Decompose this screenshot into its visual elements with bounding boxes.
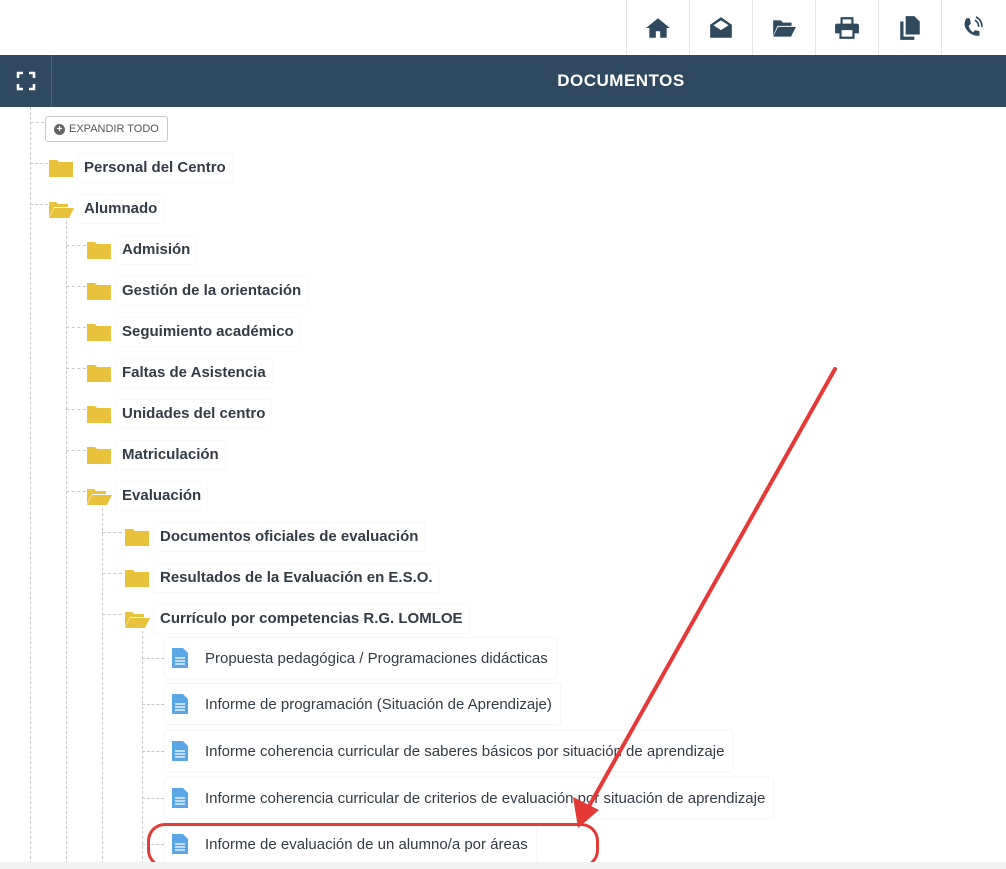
copy-button[interactable] [878,0,941,55]
documents-header: DOCUMENTOS [0,55,1006,107]
tree-line [142,751,164,752]
home-button[interactable] [626,0,689,55]
folder-icon [87,447,111,464]
tree-line [142,631,143,869]
tree-line [66,450,86,451]
phone-volume-icon [964,15,983,36]
folder-label: Personal del Centro [78,154,232,182]
phone-button[interactable] [941,0,1004,55]
folder-evaluacion[interactable]: Evaluación [86,482,208,510]
doc-informe-programacion[interactable]: Informe de programación (Situación de Ap… [165,684,560,724]
tree-line [66,409,86,410]
folder-curriculo-lomloe[interactable]: Currículo por competencias R.G. LOMLOE [124,605,469,633]
fullscreen-button[interactable] [0,55,52,107]
top-toolbar [0,0,1006,55]
fullscreen-icon [16,71,35,91]
folder-label: Documentos oficiales de evaluación [154,523,425,551]
document-label: Informe coherencia curricular de saberes… [205,742,725,760]
folder-label: Evaluación [116,482,208,510]
folder-unidades-centro[interactable]: Unidades del centro [86,400,272,428]
folder-label: Matriculación [116,441,225,469]
folder-label: Currículo por competencias R.G. LOMLOE [154,605,469,633]
mail-button[interactable] [689,0,752,55]
folder-icon [87,242,111,259]
tree-line [30,107,31,869]
folder-resultados-eso[interactable]: Resultados de la Evaluación en E.S.O. [124,564,439,592]
folder-personal-del-centro[interactable]: Personal del Centro [48,154,232,182]
folder-label: Faltas de Asistencia [116,359,272,387]
document-label: Informe de programación (Situación de Ap… [205,695,552,713]
tree-line [66,221,67,869]
folder-icon [87,283,111,300]
folder-icon [87,324,111,341]
document-icon [172,788,188,808]
folder-icon [87,406,111,423]
expand-all-label: EXPANDIR TODO [69,123,159,135]
scroll-edge [0,862,1006,869]
doc-propuesta-pedagogica[interactable]: Propuesta pedagógica / Programaciones di… [165,638,556,678]
tree-line [30,122,44,123]
doc-coherencia-saberes[interactable]: Informe coherencia curricular de saberes… [165,731,733,771]
document-tree: + EXPANDIR TODO Personal del Centro Alum… [0,107,1006,869]
folder-gestion-orientacion[interactable]: Gestión de la orientación [86,277,308,305]
envelope-open-icon [710,16,732,38]
tree-line [66,368,86,369]
folder-matriculacion[interactable]: Matriculación [86,441,225,469]
tree-line [102,508,103,869]
print-icon [835,16,859,39]
folder-label: Unidades del centro [116,400,272,428]
folder-open-icon [49,202,74,218]
folder-open-icon [773,19,796,37]
tree-line [142,658,164,659]
folder-label: Seguimiento académico [116,318,300,346]
expand-all-button[interactable]: + EXPANDIR TODO [45,116,168,142]
folder-label: Admisión [116,236,197,264]
folder-documentos-oficiales[interactable]: Documentos oficiales de evaluación [124,523,425,551]
documents-button[interactable] [752,0,815,55]
plus-circle-icon: + [54,123,65,135]
page-title: DOCUMENTOS [557,71,685,90]
document-label: Propuesta pedagógica / Programaciones di… [205,649,548,667]
folder-seguimiento-academico[interactable]: Seguimiento académico [86,318,300,346]
document-icon [172,648,188,668]
tree-line [142,704,164,705]
tree-line [102,532,122,533]
tree-line [102,614,122,615]
folder-alumnado[interactable]: Alumnado [48,195,164,223]
folder-open-icon [87,489,112,505]
tree-line [66,245,86,246]
copy-icon [900,15,920,40]
tree-line [66,327,86,328]
folder-icon [49,160,73,177]
home-icon [646,17,670,38]
folder-icon [125,529,149,546]
folder-admision[interactable]: Admisión [86,236,197,264]
folder-open-icon [125,612,150,628]
folder-faltas-asistencia[interactable]: Faltas de Asistencia [86,359,272,387]
tree-line [142,798,164,799]
folder-icon [125,570,149,587]
print-button[interactable] [815,0,878,55]
tree-line [30,163,48,164]
folder-label: Alumnado [78,195,164,223]
folder-label: Resultados de la Evaluación en E.S.O. [154,564,439,592]
folder-label: Gestión de la orientación [116,277,308,305]
folder-icon [87,365,111,382]
document-icon [172,741,188,761]
doc-coherencia-criterios[interactable]: Informe coherencia curricular de criteri… [165,778,774,818]
tree-line [66,286,86,287]
tree-line [66,491,86,492]
document-label: Informe coherencia curricular de criteri… [205,789,766,807]
document-icon [172,694,188,714]
tree-line [30,204,48,205]
tree-line [102,573,122,574]
